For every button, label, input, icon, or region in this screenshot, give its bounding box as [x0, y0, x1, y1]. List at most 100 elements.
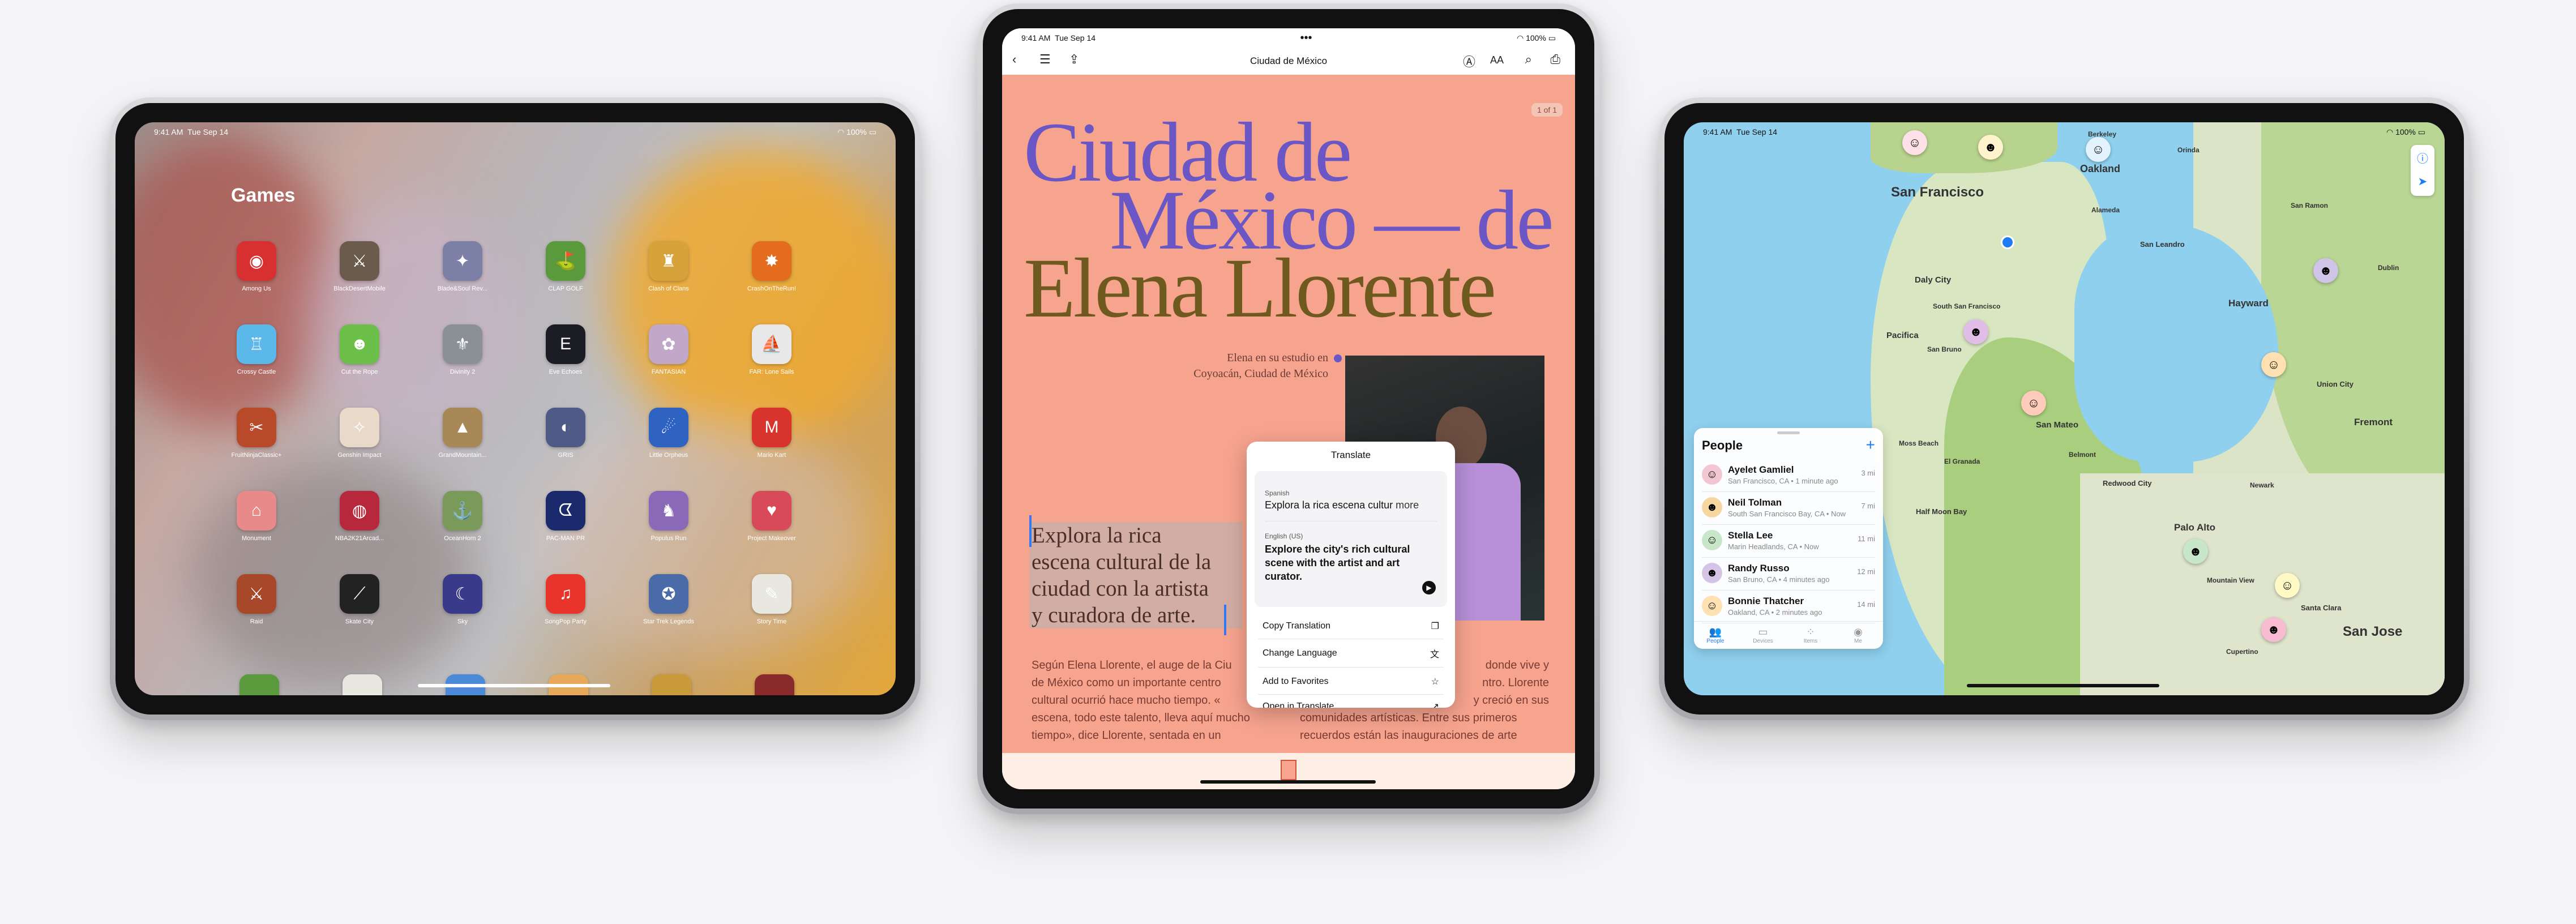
app-tile[interactable]: ⚓ OceanHorn 2 [426, 491, 499, 542]
copy-translation-action[interactable]: Copy Translation ❐ [1263, 615, 1439, 638]
app-icon: ✎ [752, 574, 791, 614]
page-thumbnail[interactable] [1281, 760, 1296, 780]
search-icon[interactable]: ⌕ [1525, 52, 1532, 67]
map-city-label: Daly City [1915, 275, 1952, 285]
right-ipad: 9:41 AM Tue Sep 14 ◠ 100% ▭ San Francisc… [1659, 97, 2470, 720]
selected-text[interactable]: Explora la rica escena cultural de la ci… [1032, 522, 1211, 628]
app-tile[interactable]: ⟋ Skate City [323, 574, 396, 625]
app-tile[interactable]: ✪ Star Trek Legends [632, 574, 705, 625]
map-person-pin[interactable]: ☻ [2313, 258, 2338, 283]
app-tile[interactable]: ♖ Crossy Castle [220, 324, 293, 375]
battery-icon: ▭ [1548, 33, 1556, 42]
app-label: Skate City [345, 618, 374, 625]
home-indicator[interactable] [1200, 780, 1376, 784]
app-tile[interactable]: ✸ CrashOnTheRun! [735, 241, 808, 292]
open-in-translate-action[interactable]: Open in Translate ↗ [1263, 695, 1439, 708]
app-tile[interactable]: ⛵ FAR: Lone Sails [735, 324, 808, 375]
selection-handle-end[interactable] [1224, 605, 1226, 635]
app-tile[interactable]: ♥ Project Makeover [735, 491, 808, 542]
status-date: Tue Sep 14 [1055, 33, 1096, 42]
app-label: PAC-MAN PR [546, 535, 585, 542]
app-tile[interactable]: ☻ Cut the Rope [323, 324, 396, 375]
map-city-label: Pacifica [1886, 331, 1919, 340]
app-tile[interactable]: ♞ Populus Run [632, 491, 705, 542]
wallpaper-blob [305, 202, 520, 439]
app-tile[interactable]: ✿ FANTASIAN [632, 324, 705, 375]
partial-app-icon[interactable] [652, 674, 691, 695]
text-size-icon[interactable]: AA [1490, 54, 1504, 66]
app-tile[interactable]: ▲ GrandMountain... [426, 408, 499, 459]
person-location: Marin Headlands, CA • Now [1728, 542, 1819, 551]
tab-bar: 👥 People ▭ Devices ⁘ Items ◉ Me [1694, 621, 1883, 649]
list-item[interactable]: ☻ Randy Russo San Bruno, CA • 4 minutes ag… [1702, 557, 1875, 591]
app-tile[interactable]: ☄ Little Orpheus [632, 408, 705, 459]
map-city-label: Alameda [2091, 206, 2120, 214]
wallpaper-blob [610, 145, 896, 451]
app-icon: ◐ [546, 408, 585, 447]
selection-handle-start[interactable] [1029, 515, 1032, 547]
multitasking-dots[interactable]: ••• [1300, 32, 1312, 45]
map-person-pin[interactable]: ☺ [1902, 130, 1927, 155]
wifi-icon: ◠ [1516, 33, 1524, 42]
map-person-pin[interactable]: ☻ [2183, 539, 2208, 564]
app-tile[interactable]: ⌂ Monument [220, 491, 293, 542]
location-arrow-icon[interactable]: ➤ [2411, 174, 2434, 189]
status-time: 9:41 AM [1021, 33, 1051, 42]
app-tile[interactable]: ◐ GRIS [529, 408, 602, 459]
tab-items[interactable]: ⁘ Items [1794, 626, 1828, 644]
app-label: FruitNinjaClassic+ [231, 452, 282, 459]
panel-grabber[interactable] [1777, 431, 1800, 434]
person-distance: 11 mi [1858, 534, 1875, 543]
tab-me[interactable]: ◉ Me [1841, 626, 1875, 644]
app-tile[interactable]: ◍ NBA2K21Arcad... [323, 491, 396, 542]
map-person-pin[interactable]: ☺ [2086, 137, 2111, 162]
list-item[interactable]: ☺ Stella Lee Marin Headlands, CA • Now 11 m… [1702, 524, 1875, 558]
partial-app-icon[interactable] [343, 674, 382, 695]
add-person-button[interactable]: + [1866, 436, 1875, 454]
list-item[interactable]: ☺ Ayelet Gamliel San Francisco, CA • 1 min… [1702, 459, 1875, 492]
app-tile[interactable]: ᗧ PAC-MAN PR [529, 491, 602, 542]
list-item[interactable]: ☻ Neil Tolman South San Francisco Bay, CA … [1702, 491, 1875, 525]
app-tile[interactable]: ◉ Among Us [220, 241, 293, 292]
info-icon[interactable]: ⓘ [2411, 149, 2434, 166]
add-to-favorites-action[interactable]: Add to Favorites ☆ [1263, 670, 1439, 693]
home-indicator[interactable] [1967, 684, 2159, 687]
app-tile[interactable]: ♫ SongPop Party [529, 574, 602, 625]
app-tile[interactable]: ♜ Clash of Clans [632, 241, 705, 292]
bookmark-icon[interactable]: ⎙ [1550, 52, 1560, 67]
map-city-label: Palo Alto [2174, 522, 2216, 533]
app-tile[interactable]: ⚜ Divinity 2 [426, 324, 499, 375]
app-tile[interactable]: ☾ Sky [426, 574, 499, 625]
partial-app-icon[interactable] [239, 674, 279, 695]
tab-devices[interactable]: ▭ Devices [1746, 626, 1780, 644]
devices-tab-icon: ▭ [1758, 626, 1768, 638]
app-tile[interactable]: ⚔ Raid [220, 574, 293, 625]
home-indicator[interactable] [418, 684, 610, 687]
app-tile[interactable]: ✧ Genshin Impact [323, 408, 396, 459]
map-person-pin[interactable]: ☺ [2261, 352, 2286, 377]
app-tile[interactable]: ✦ Blade&Soul Rev... [426, 241, 499, 292]
map-person-pin[interactable]: ☻ [1963, 319, 1988, 344]
more-link[interactable]: more [1396, 499, 1419, 511]
app-tile[interactable]: ⚔ BlackDesertMobile [323, 241, 396, 292]
map-person-pin[interactable]: ☻ [2261, 617, 2286, 642]
change-language-action[interactable]: Change Language 文 [1263, 642, 1439, 665]
map-city-label: Redwood City [2103, 479, 2152, 487]
app-tile[interactable]: ✎ Story Time [735, 574, 808, 625]
translate-icon[interactable]: Ⓐ [1463, 52, 1475, 70]
list-item[interactable]: ☺ Bonnie Thatcher Oakland, CA • 2 minutes … [1702, 590, 1875, 623]
app-label: CrashOnTheRun! [747, 285, 797, 292]
map-person-pin[interactable]: ☺ [2021, 391, 2046, 416]
map-person-pin[interactable]: ☺ [2275, 573, 2300, 598]
caption-dot [1334, 354, 1342, 362]
app-tile[interactable]: E Eve Echoes [529, 324, 602, 375]
toolbar-title: Ciudad de México [1250, 55, 1328, 66]
app-tile[interactable]: M Mario Kart [735, 408, 808, 459]
partial-app-icon[interactable] [755, 674, 794, 695]
app-tile[interactable]: ✂ FruitNinjaClassic+ [220, 408, 293, 459]
app-tile[interactable]: ⛳ CLAP GOLF [529, 241, 602, 292]
battery-icon: ▭ [2417, 127, 2425, 136]
play-icon[interactable]: ▶ [1422, 581, 1436, 594]
map-person-pin[interactable]: ☻ [1978, 135, 2003, 160]
tab-people[interactable]: 👥 People [1698, 626, 1732, 644]
